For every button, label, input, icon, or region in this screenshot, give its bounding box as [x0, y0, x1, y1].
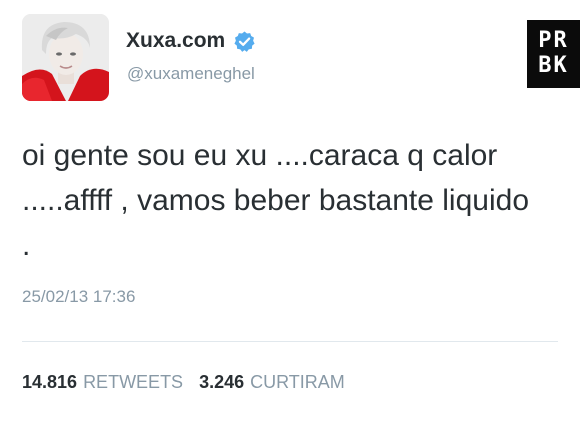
tweet-stats: 14.816 RETWEETS 3.246 CURTIRAM [22, 372, 361, 393]
retweets-label[interactable]: RETWEETS [83, 372, 183, 392]
watermark-line-2: BK [538, 53, 569, 78]
tweet-text: oi gente sou eu xu ....caraca q calor ..… [22, 139, 529, 262]
watermark-line-1: PR [538, 28, 569, 53]
verified-badge-icon [234, 30, 255, 52]
watermark-logo: PR BK [527, 20, 580, 88]
display-name[interactable]: Xuxa.com [126, 29, 256, 53]
avatar[interactable] [22, 14, 109, 101]
tweet-timestamp[interactable]: 25/02/13 17:36 [22, 287, 135, 307]
user-handle[interactable]: @xuxameneghel [127, 64, 255, 84]
retweets-count[interactable]: 14.816 [22, 372, 77, 392]
display-name-text[interactable]: Xuxa.com [126, 29, 225, 53]
likes-label[interactable]: CURTIRAM [250, 372, 345, 392]
divider [22, 341, 558, 342]
profile-photo-icon [22, 14, 109, 101]
likes-count[interactable]: 3.246 [199, 372, 244, 392]
